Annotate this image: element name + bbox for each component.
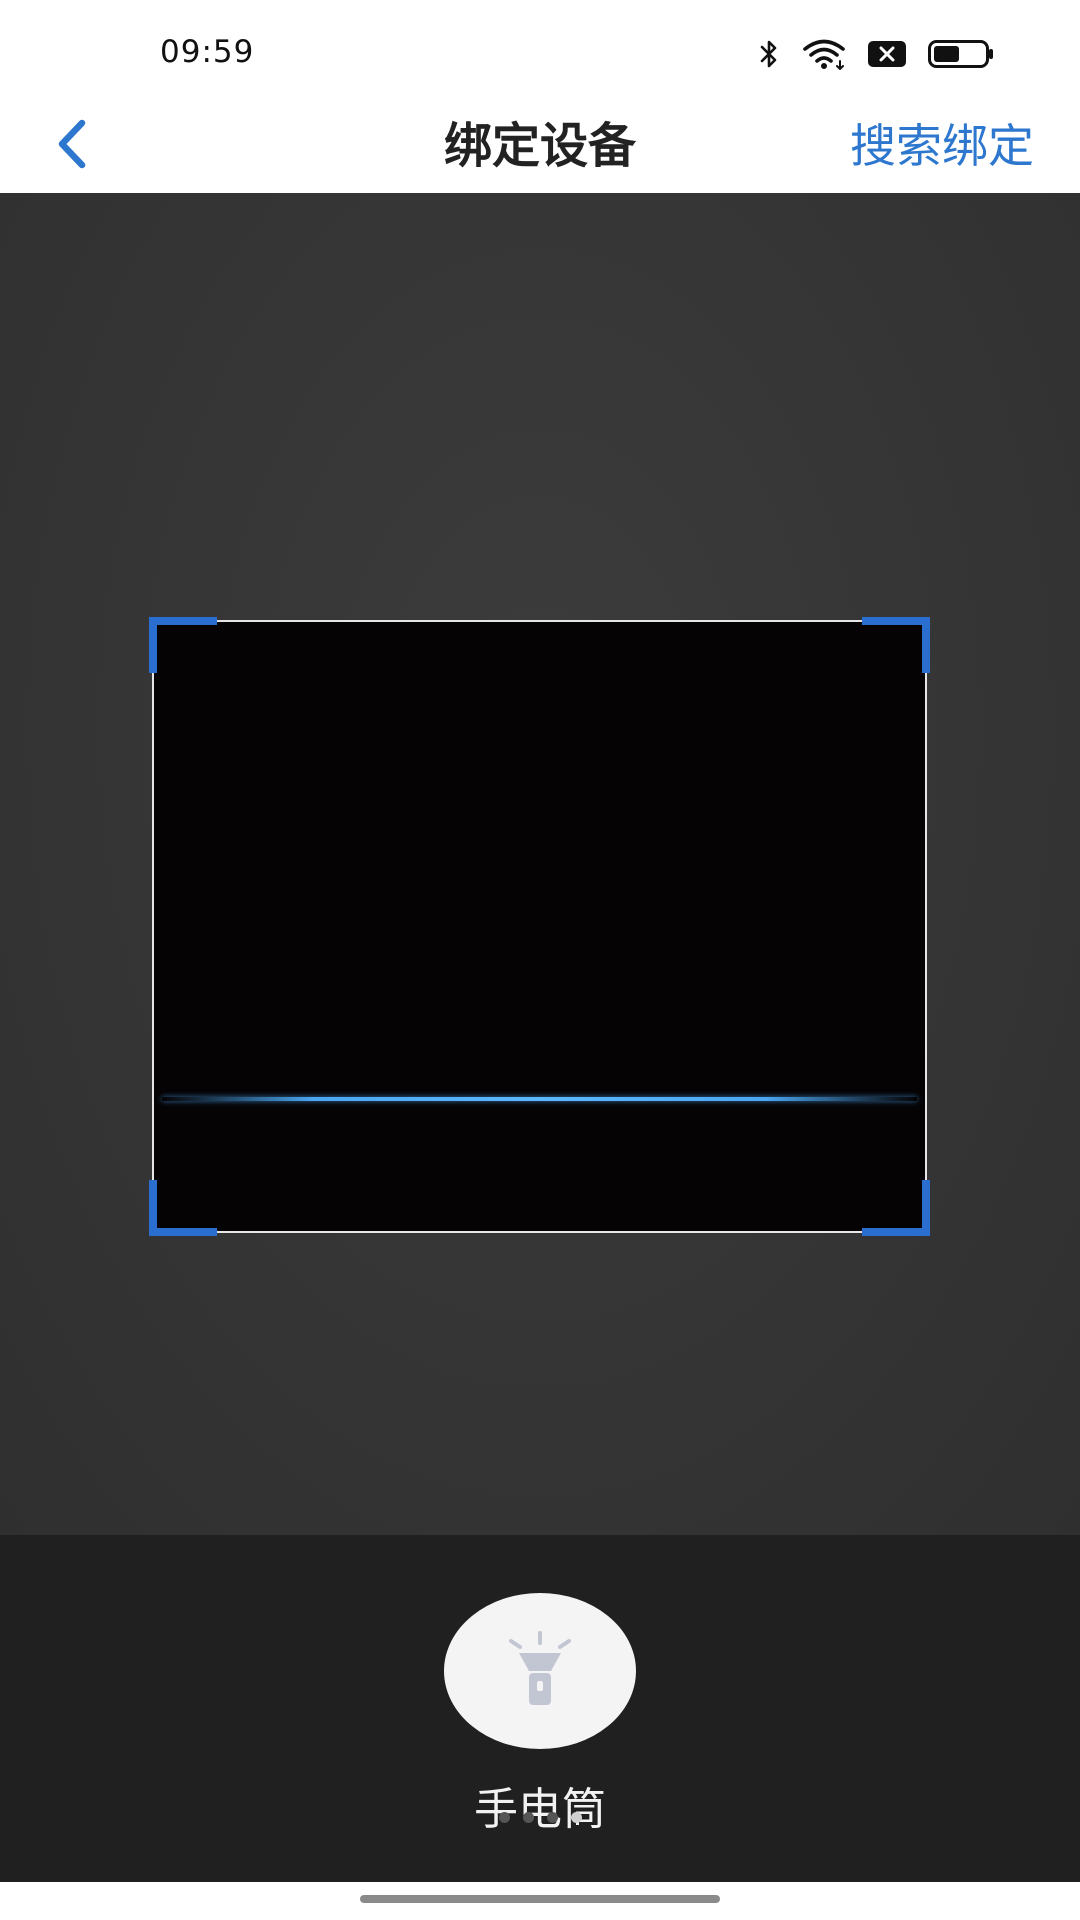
scan-corner-bottom-right — [862, 1180, 930, 1236]
navigation-bar: 绑定设备 搜索绑定 — [0, 100, 1080, 193]
bottom-panel: 手电筒 — [0, 1535, 1080, 1882]
scan-corner-bottom-left — [149, 1180, 217, 1236]
wifi-icon — [802, 38, 846, 70]
page-dot — [498, 1812, 510, 1823]
back-button[interactable] — [40, 114, 104, 178]
home-indicator[interactable] — [360, 1895, 720, 1903]
search-bind-button[interactable]: 搜索绑定 — [850, 100, 1034, 193]
scan-corner-top-left — [149, 617, 217, 673]
screen: 09:59 绑定设备 搜索绑定 手电筒 — [0, 0, 1080, 1920]
status-icons — [758, 36, 994, 72]
sim-off-icon — [868, 41, 906, 67]
bluetooth-icon — [758, 38, 780, 70]
camera-preview — [0, 193, 1080, 1535]
chevron-left-icon — [52, 118, 92, 174]
flashlight-label: 手电筒 — [474, 1784, 606, 1835]
scan-line — [162, 1097, 917, 1101]
page-dot — [546, 1812, 558, 1823]
status-bar: 09:59 — [0, 0, 1080, 100]
scan-frame — [149, 617, 930, 1236]
page-dot — [522, 1812, 534, 1823]
flashlight-icon — [505, 1627, 575, 1715]
page-indicator — [0, 1812, 1080, 1823]
home-indicator-area — [0, 1882, 1080, 1920]
battery-icon — [928, 40, 994, 68]
page-dot — [570, 1812, 582, 1823]
status-time: 09:59 — [160, 34, 255, 70]
flashlight-button[interactable] — [444, 1593, 636, 1749]
scan-corner-top-right — [862, 617, 930, 673]
